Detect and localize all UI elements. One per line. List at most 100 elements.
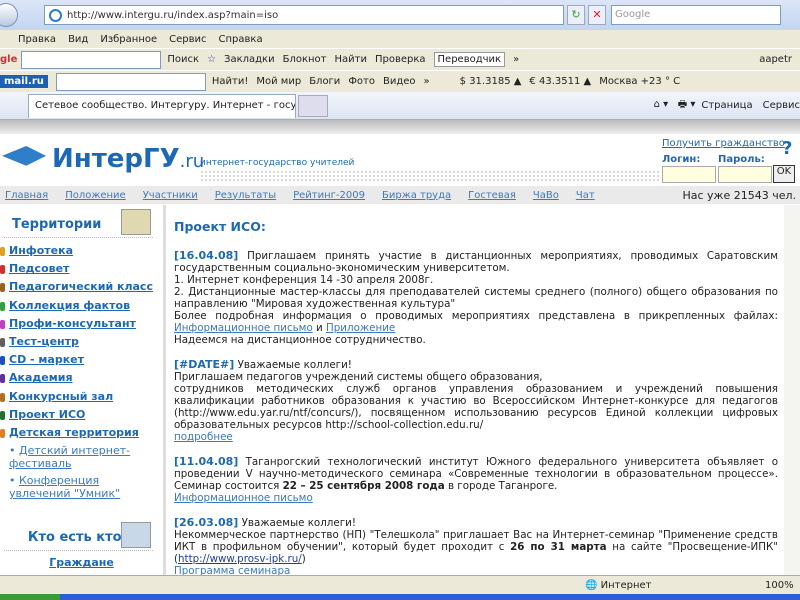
sidebar-item[interactable]: Тест-центр (0, 335, 163, 353)
menu-edit[interactable]: Правка (18, 34, 56, 45)
citizens-link[interactable]: Граждане (49, 556, 114, 569)
page-top-band (0, 120, 800, 134)
translate-button[interactable]: Переводчик (433, 52, 506, 67)
news-date: [#DATE#] (174, 358, 235, 371)
password-input[interactable] (718, 166, 772, 183)
nav-rating[interactable]: Рейтинг-2009 (293, 190, 365, 201)
video-button[interactable]: Видео (383, 76, 416, 87)
mailru-search-input[interactable] (55, 72, 206, 91)
tools-menu[interactable]: Сервис (763, 100, 800, 111)
bullet-icon (0, 301, 5, 311)
umnik-conference-link[interactable]: Конференция увлечений "Умник" (9, 474, 120, 500)
bullet-icon (0, 392, 5, 402)
tab-bar: Сетевое сообщество. Интергуру. Интернет … (0, 92, 800, 120)
people-icon (121, 522, 151, 549)
appendix-link[interactable]: Приложение (326, 322, 395, 334)
menu-bar: Правка Вид Избранное Сервис Справка (0, 30, 800, 48)
find-button[interactable]: Найти (335, 54, 367, 65)
google-logo-icon: gle (0, 54, 18, 65)
nav-participants[interactable]: Участники (143, 190, 198, 201)
sidebar-item[interactable]: Педсовет (0, 262, 163, 280)
weather[interactable]: Москва +23 ° С (599, 76, 680, 87)
stop-button[interactable]: ✕ (588, 5, 606, 25)
ie-icon (49, 8, 62, 22)
bullet-icon (0, 337, 5, 347)
login-ok-button[interactable]: OK (773, 165, 795, 183)
home-icon[interactable]: ⌂ ▾ 🖶 ▾ (654, 97, 696, 114)
sidebar-item[interactable]: Проект ИСО (0, 408, 163, 426)
refresh-button[interactable]: ↻ (567, 5, 585, 25)
photo-button[interactable]: Фото (348, 76, 375, 87)
sidebar-item[interactable]: CD - маркет (0, 353, 163, 371)
star-icon: ☆ (207, 54, 217, 65)
mailru-logo: mail.ru (0, 75, 48, 88)
who-is-who-title: Кто есть кто? (4, 518, 153, 552)
more-button[interactable]: » (513, 54, 519, 65)
spellcheck-button[interactable]: Проверка (375, 54, 426, 65)
zoom-level[interactable]: 100% (765, 580, 794, 591)
google-search-button[interactable]: Поиск (167, 54, 199, 65)
sidebar-item[interactable]: Педагогический класс (0, 280, 163, 298)
scrollbar[interactable] (784, 205, 800, 575)
usd-rate: $ 31.3185 ▲ (459, 76, 522, 87)
menu-help[interactable]: Справка (219, 34, 263, 45)
info-letter-link[interactable]: Информационное письмо (174, 492, 313, 504)
mailru-toolbar: mail.ru Найти! Мой мир Блоги Фото Видео … (0, 70, 800, 92)
sidebar-item[interactable]: Инфотека (0, 244, 163, 262)
site-logo[interactable]: ИнтерГУ.ru (52, 144, 204, 174)
info-letter-link[interactable]: Информационное письмо (174, 322, 313, 334)
sidebar-item[interactable]: Детская территория (0, 426, 163, 444)
nav-chat[interactable]: Чат (576, 190, 595, 201)
sidebar-list: Инфотека Педсовет Педагогический класс Колл… (0, 244, 163, 444)
help-icon[interactable]: ? (782, 138, 792, 159)
url-input[interactable]: http://www.intergu.ru/index.asp?main=iso (44, 5, 564, 25)
bullet-icon (0, 265, 5, 275)
sidebar-item[interactable]: Конкурсный зал (0, 390, 163, 408)
main-content: Проект ИСО: [16.04.08] Приглашаем принят… (174, 205, 778, 575)
menu-tools[interactable]: Сервис (169, 34, 206, 45)
back-button[interactable] (0, 3, 18, 27)
bookmarks-button[interactable]: Закладки (224, 54, 275, 65)
more-button[interactable]: » (424, 76, 430, 87)
bullet-icon (0, 428, 5, 438)
member-count: Нас уже 21543 чел. (682, 188, 796, 202)
kids-festival-link[interactable]: Детский интернет-фестиваль (9, 444, 130, 470)
get-citizenship-link[interactable]: Получить гражданство (662, 138, 785, 149)
new-tab-button[interactable] (298, 94, 328, 117)
login-input[interactable] (662, 166, 716, 183)
page-title: Проект ИСО: (174, 219, 266, 234)
nav-faq[interactable]: ЧаВо (533, 190, 559, 201)
news-item: [16.04.08] Приглашаем принять участие в … (174, 249, 778, 347)
address-bar-row: http://www.intergu.ru/index.asp?main=iso… (0, 0, 800, 30)
page-menu[interactable]: Страница (701, 100, 752, 111)
prosv-ipk-link[interactable]: http://www.prosv-ipk.ru/ (178, 553, 302, 565)
bullet-icon (0, 356, 5, 366)
seminar-program-link[interactable]: Программа семинара (174, 565, 290, 575)
tab-title: Сетевое сообщество. Интергуру. Интернет … (35, 99, 296, 111)
news-date: [11.04.08] (174, 455, 239, 468)
bullet-icon (0, 247, 5, 256)
sidebar-item[interactable]: Академия (0, 371, 163, 389)
more-link[interactable]: подробнее (174, 431, 233, 443)
nav-results[interactable]: Результаты (215, 190, 276, 201)
site-header: ИнтерГУ.ru интернет-государство учителей… (0, 138, 800, 186)
menu-favorites[interactable]: Избранное (100, 34, 157, 45)
menu-view[interactable]: Вид (68, 34, 88, 45)
user-button[interactable]: aapetr (759, 54, 792, 65)
mailru-find-button[interactable]: Найти! (212, 76, 248, 87)
blogs-button[interactable]: Блоги (309, 76, 340, 87)
google-search-input[interactable] (21, 50, 162, 69)
tab-active[interactable]: Сетевое сообщество. Интергуру. Интернет … (28, 93, 296, 118)
nav-guestbook[interactable]: Гостевая (468, 190, 516, 201)
nav-jobs[interactable]: Биржа труда (382, 190, 451, 201)
myworld-button[interactable]: Мой мир (256, 76, 301, 87)
slogan: интернет-государство учителей (200, 158, 355, 168)
sidebar-item[interactable]: Профи-консультант (0, 317, 163, 335)
nav-regulations[interactable]: Положение (65, 190, 126, 201)
search-input[interactable]: Google (611, 5, 781, 25)
bullet-icon (0, 319, 5, 329)
news-date: [16.04.08] (174, 249, 239, 262)
sidebar-item[interactable]: Коллекция фактов (0, 299, 163, 317)
notepad-button[interactable]: Блокнот (283, 54, 327, 65)
nav-home[interactable]: Главная (5, 190, 48, 201)
